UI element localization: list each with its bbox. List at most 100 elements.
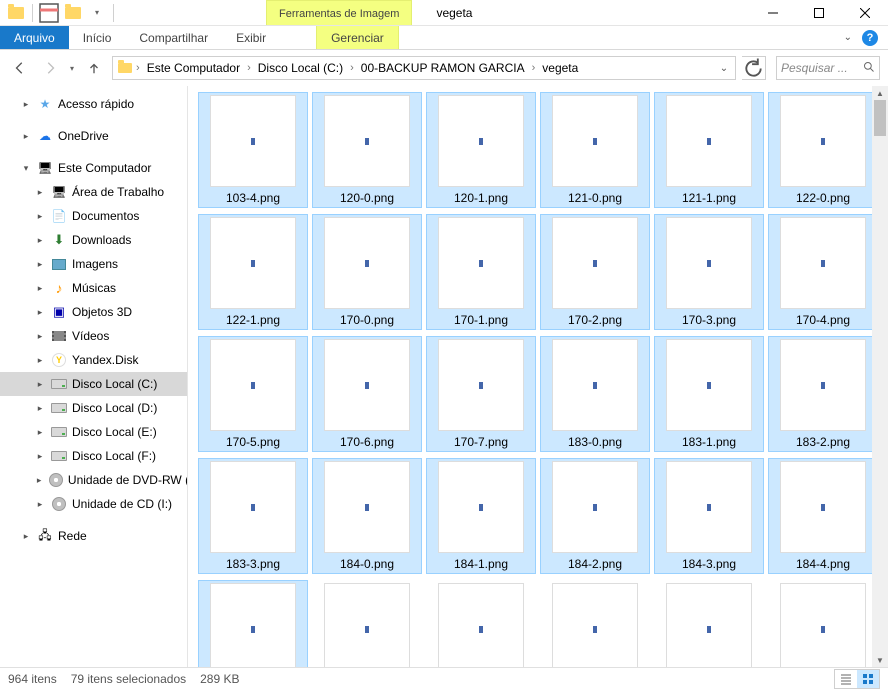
tree-desktop[interactable]: ▸🖥Área de Trabalho: [0, 180, 187, 204]
vertical-scrollbar[interactable]: ▲ ▼: [872, 86, 888, 667]
tree-quick-access[interactable]: ▸★Acesso rápido: [0, 92, 187, 116]
tree-drive-d[interactable]: ▸Disco Local (D:): [0, 396, 187, 420]
file-item[interactable]: 170-5.png: [198, 336, 308, 452]
tree-drive-e[interactable]: ▸Disco Local (E:): [0, 420, 187, 444]
qat-folder-icon[interactable]: [4, 1, 28, 25]
tree-yandex[interactable]: ▸YYandex.Disk: [0, 348, 187, 372]
tab-view[interactable]: Exibir: [222, 26, 280, 49]
search-input[interactable]: Pesquisar ...: [776, 56, 880, 80]
chevron-right-icon[interactable]: ▸: [34, 475, 44, 486]
scroll-up-icon[interactable]: ▲: [872, 86, 888, 100]
tree-drive-c[interactable]: ▸Disco Local (C:): [0, 372, 187, 396]
tab-manage[interactable]: Gerenciar: [316, 26, 399, 49]
file-item[interactable]: 170-3.png: [654, 214, 764, 330]
up-button[interactable]: [82, 56, 106, 80]
address-folder-icon[interactable]: [115, 63, 135, 73]
chevron-right-icon[interactable]: ▸: [34, 187, 46, 198]
file-item[interactable]: 170-7.png: [426, 336, 536, 452]
ribbon-collapse-icon[interactable]: ⌄: [844, 32, 852, 43]
chevron-right-icon[interactable]: ▸: [34, 331, 46, 342]
file-item[interactable]: 184-5.png: [198, 580, 308, 667]
tree-documents[interactable]: ▸📄Documentos: [0, 204, 187, 228]
chevron-right-icon[interactable]: ▸: [34, 403, 46, 414]
history-dropdown[interactable]: ▾: [68, 64, 76, 73]
file-item[interactable]: 184-2.png: [540, 458, 650, 574]
forward-button[interactable]: [38, 56, 62, 80]
chevron-right-icon[interactable]: ▸: [34, 307, 46, 318]
maximize-button[interactable]: [796, 0, 842, 26]
back-button[interactable]: [8, 56, 32, 80]
file-item[interactable]: 190-2.png: [540, 580, 650, 667]
file-item[interactable]: 120-1.png: [426, 92, 536, 208]
chevron-right-icon[interactable]: ▸: [34, 379, 46, 390]
chevron-right-icon[interactable]: ▸: [34, 259, 46, 270]
file-item[interactable]: 103-4.png: [198, 92, 308, 208]
file-item[interactable]: 190-3.png: [654, 580, 764, 667]
breadcrumb-this-pc[interactable]: Este Computador: [141, 57, 246, 79]
tree-3d-objects[interactable]: ▸▣Objetos 3D: [0, 300, 187, 324]
file-item[interactable]: 121-0.png: [540, 92, 650, 208]
file-item[interactable]: 170-4.png: [768, 214, 878, 330]
file-item[interactable]: 183-2.png: [768, 336, 878, 452]
refresh-button[interactable]: [742, 56, 766, 80]
tree-cd[interactable]: ▸Unidade de CD (I:): [0, 492, 187, 516]
chevron-down-icon[interactable]: ▾: [20, 163, 32, 174]
breadcrumb-backup[interactable]: 00-BACKUP RAMON GARCIA: [355, 57, 531, 79]
tab-home[interactable]: Início: [69, 26, 126, 49]
tree-this-pc[interactable]: ▾🖥Este Computador: [0, 156, 187, 180]
close-button[interactable]: [842, 0, 888, 26]
address-bar[interactable]: › Este Computador › Disco Local (C:) › 0…: [112, 56, 736, 80]
chevron-right-icon[interactable]: ▸: [20, 99, 32, 110]
file-item[interactable]: 170-1.png: [426, 214, 536, 330]
icons-view-button[interactable]: [857, 670, 879, 688]
file-item[interactable]: 170-0.png: [312, 214, 422, 330]
file-item[interactable]: 122-0.png: [768, 92, 878, 208]
file-item[interactable]: 184-3.png: [654, 458, 764, 574]
file-item[interactable]: 122-1.png: [198, 214, 308, 330]
minimize-button[interactable]: [750, 0, 796, 26]
file-item[interactable]: 184-1.png: [426, 458, 536, 574]
tree-pictures[interactable]: ▸Imagens: [0, 252, 187, 276]
qat-new-folder-icon[interactable]: [61, 1, 85, 25]
chevron-right-icon[interactable]: ▸: [34, 427, 46, 438]
file-item[interactable]: 190-0.png: [312, 580, 422, 667]
tree-music[interactable]: ▸♪Músicas: [0, 276, 187, 300]
qat-properties-icon[interactable]: [37, 1, 61, 25]
breadcrumb-vegeta[interactable]: vegeta: [536, 57, 584, 79]
scroll-thumb[interactable]: [874, 100, 886, 136]
address-dropdown[interactable]: ⌄: [715, 63, 733, 74]
chevron-right-icon[interactable]: ▸: [34, 355, 46, 366]
file-item[interactable]: 121-1.png: [654, 92, 764, 208]
file-item[interactable]: 183-3.png: [198, 458, 308, 574]
tab-share[interactable]: Compartilhar: [125, 26, 222, 49]
tree-downloads[interactable]: ▸⬇Downloads: [0, 228, 187, 252]
chevron-right-icon[interactable]: ▸: [34, 499, 46, 510]
qat-customize-dropdown[interactable]: ▾: [85, 1, 109, 25]
file-item[interactable]: 184-4.png: [768, 458, 878, 574]
tree-drive-f[interactable]: ▸Disco Local (F:): [0, 444, 187, 468]
file-item[interactable]: 170-2.png: [540, 214, 650, 330]
file-item[interactable]: 170-6.png: [312, 336, 422, 452]
file-item[interactable]: 183-0.png: [540, 336, 650, 452]
file-item[interactable]: 184-0.png: [312, 458, 422, 574]
chevron-right-icon[interactable]: ▸: [34, 451, 46, 462]
breadcrumb-drive-c[interactable]: Disco Local (C:): [252, 57, 349, 79]
scroll-down-icon[interactable]: ▼: [872, 653, 888, 667]
tab-file[interactable]: Arquivo: [0, 26, 69, 49]
chevron-right-icon[interactable]: ▸: [34, 211, 46, 222]
chevron-right-icon[interactable]: ▸: [34, 283, 46, 294]
file-item[interactable]: 183-1.png: [654, 336, 764, 452]
tree-onedrive[interactable]: ▸☁OneDrive: [0, 124, 187, 148]
chevron-right-icon[interactable]: ▸: [20, 531, 32, 542]
tree-videos[interactable]: ▸Vídeos: [0, 324, 187, 348]
file-item[interactable]: 120-0.png: [312, 92, 422, 208]
help-icon[interactable]: ?: [862, 30, 878, 46]
file-item[interactable]: 190-4.png: [768, 580, 878, 667]
tree-network[interactable]: ▸🖧Rede: [0, 524, 187, 548]
file-view[interactable]: 103-4.png120-0.png120-1.png121-0.png121-…: [188, 86, 888, 667]
chevron-right-icon[interactable]: ▸: [20, 131, 32, 142]
file-item[interactable]: 190-1.png: [426, 580, 536, 667]
tree-dvd[interactable]: ▸Unidade de DVD-RW (G:): [0, 468, 187, 492]
chevron-right-icon[interactable]: ▸: [34, 235, 46, 246]
details-view-button[interactable]: [835, 670, 857, 688]
